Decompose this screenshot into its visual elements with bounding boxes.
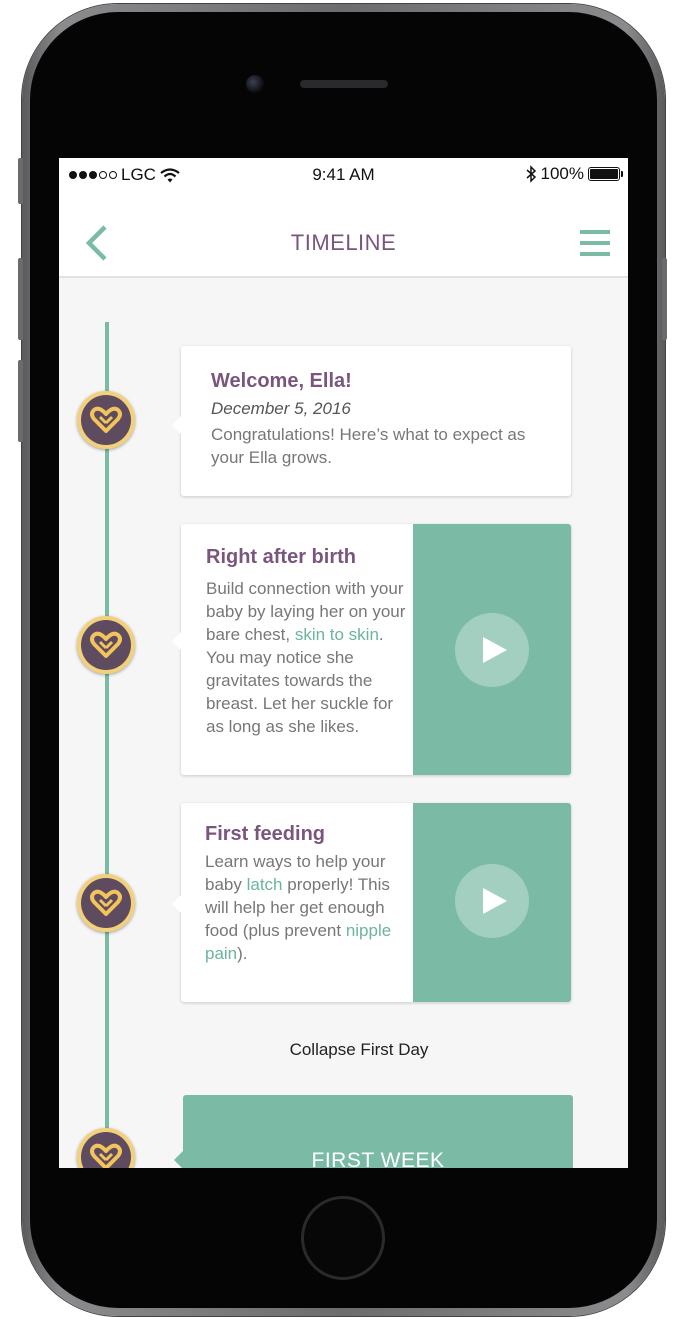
latch-link[interactable]: latch [247, 875, 283, 894]
first-feeding-card[interactable]: First feeding Learn ways to help your ba… [172, 803, 571, 1002]
navigation-bar: TIMELINE [59, 192, 628, 278]
volume-up-button [18, 258, 23, 340]
right-after-birth-card[interactable]: Right after birth Build connection with … [172, 524, 571, 775]
play-icon [483, 637, 507, 663]
video-thumbnail[interactable] [413, 524, 571, 775]
status-bar: LGC 9:41 AM 100% [59, 158, 628, 192]
earpiece-speaker [300, 80, 388, 88]
heart-badge-icon [77, 1128, 135, 1168]
card-text: Learn ways to help your baby latch prope… [205, 852, 392, 963]
heart-badge-icon [77, 874, 135, 932]
first-week-card[interactable]: FIRST WEEK [174, 1095, 573, 1168]
card-title: First feeding [205, 823, 326, 845]
mute-switch [18, 158, 23, 204]
first-week-label: FIRST WEEK [311, 1149, 445, 1168]
bluetooth-icon [526, 165, 536, 183]
collapse-first-day-link[interactable]: Collapse First Day [59, 1040, 628, 1060]
video-thumbnail[interactable] [413, 803, 571, 1002]
card-text: Build connection with your baby by layin… [206, 579, 406, 736]
battery-percent: 100% [540, 164, 584, 183]
card-title: Welcome, Ella! [211, 370, 352, 392]
front-camera [246, 75, 264, 93]
card-title: Right after birth [206, 546, 356, 568]
battery-icon [588, 167, 623, 181]
play-button[interactable] [455, 613, 529, 687]
card-date: December 5, 2016 [211, 399, 351, 418]
page-title: TIMELINE [290, 230, 397, 255]
hamburger-menu-icon[interactable] [580, 230, 610, 256]
heart-badge-icon [77, 391, 135, 449]
app-screen: LGC 9:41 AM 100% TIMELINE Welcome, Ella!… [59, 158, 628, 1168]
heart-badge-icon [77, 616, 135, 674]
volume-down-button [18, 360, 23, 442]
card-text: Congratulations! Here’s what to expect a… [211, 425, 526, 467]
play-button[interactable] [455, 864, 529, 938]
play-icon [483, 888, 507, 914]
home-button[interactable] [301, 1196, 385, 1280]
skin-to-skin-link[interactable]: skin to skin [295, 625, 379, 644]
welcome-card[interactable]: Welcome, Ella! December 5, 2016 Congratu… [172, 346, 571, 496]
power-button [662, 258, 667, 340]
